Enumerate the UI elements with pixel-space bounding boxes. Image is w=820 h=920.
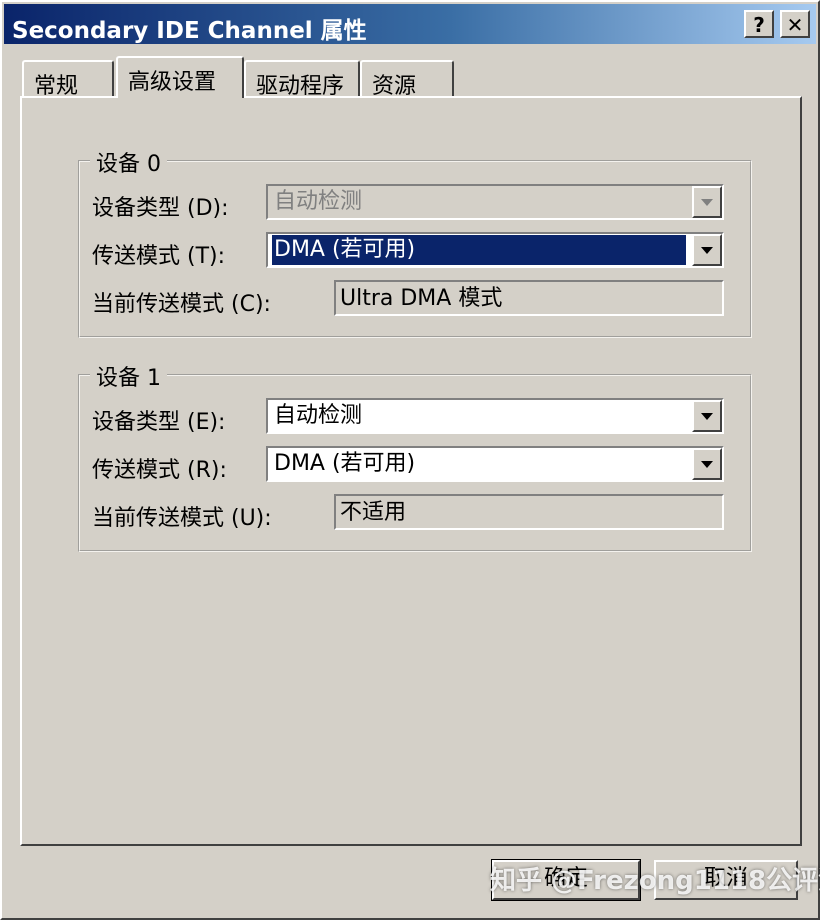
device-0-current-field: Ultra DMA 模式 — [334, 280, 724, 316]
chevron-down-icon[interactable] — [692, 448, 722, 480]
window-title: Secondary IDE Channel 属性 — [12, 18, 367, 44]
cancel-button[interactable]: 取消 — [654, 860, 798, 900]
device-0-type-select: 自动检测 — [266, 184, 724, 220]
close-button[interactable]: ✕ — [780, 10, 810, 38]
properties-dialog: Secondary IDE Channel 属性 ? ✕ 常规 高级设置 驱动程… — [0, 0, 820, 920]
device-0-current-label: 当前传送模式 (C): — [92, 292, 271, 317]
device-0-mode-value: DMA (若可用) — [272, 235, 686, 265]
device-1-type-value: 自动检测 — [274, 403, 363, 428]
ok-button[interactable]: 确定 — [491, 859, 641, 901]
tab-advanced-label: 高级设置 — [128, 70, 217, 95]
chevron-down-icon[interactable] — [692, 400, 722, 432]
device-1-type-select[interactable]: 自动检测 — [266, 398, 724, 434]
device-0-type-value: 自动检测 — [274, 189, 363, 214]
device-1-current-field: 不适用 — [334, 494, 724, 530]
device-1-legend: 设备 1 — [90, 360, 167, 392]
tab-advanced[interactable]: 高级设置 — [116, 56, 244, 98]
advanced-settings-panel: 设备 0 设备类型 (D): 自动检测 传送模式 (T): DMA (若可用) … — [20, 96, 802, 846]
title-bar[interactable]: Secondary IDE Channel 属性 ? ✕ — [4, 4, 816, 44]
help-button[interactable]: ? — [744, 10, 774, 38]
tab-driver[interactable]: 驱动程序 — [244, 60, 360, 99]
chevron-down-icon[interactable] — [692, 234, 722, 266]
device-0-legend: 设备 0 — [90, 146, 167, 178]
device-0-mode-select[interactable]: DMA (若可用) — [266, 232, 724, 268]
device-1-mode-select[interactable]: DMA (若可用) — [266, 446, 724, 482]
device-1-mode-value: DMA (若可用) — [274, 451, 416, 476]
device-1-current-label: 当前传送模式 (U): — [92, 506, 272, 531]
tab-resources[interactable]: 资源 — [360, 60, 454, 99]
device-0-mode-label: 传送模式 (T): — [92, 244, 226, 269]
device-1-current-value: 不适用 — [340, 500, 407, 525]
chevron-down-icon — [692, 186, 722, 218]
device-0-type-label: 设备类型 (D): — [92, 196, 229, 221]
device-1-type-label: 设备类型 (E): — [92, 410, 226, 435]
device-1-mode-label: 传送模式 (R): — [92, 458, 227, 483]
device-0-current-value: Ultra DMA 模式 — [340, 286, 503, 311]
tab-general[interactable]: 常规 — [22, 60, 114, 99]
